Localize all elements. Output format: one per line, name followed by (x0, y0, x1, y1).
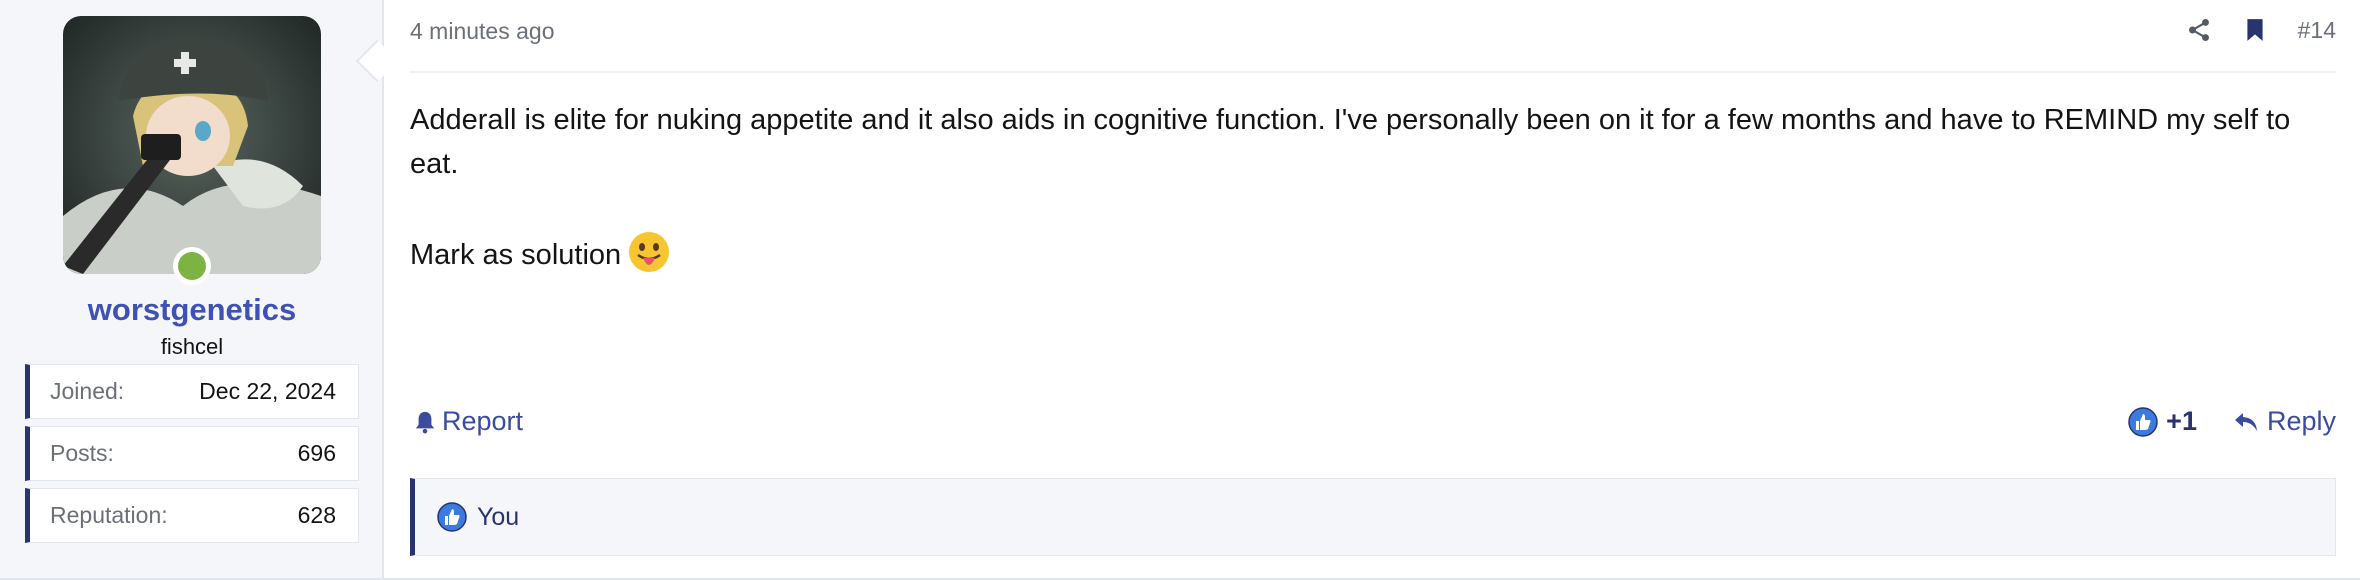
user-sidebar: worstgenetics fishcel Joined: Dec 22, 20… (0, 0, 384, 578)
avatar[interactable] (63, 16, 321, 274)
reply-button[interactable]: Reply (2233, 406, 2336, 437)
forum-post: worstgenetics fishcel Joined: Dec 22, 20… (0, 0, 2360, 580)
stat-joined: Joined: Dec 22, 2024 (25, 364, 359, 419)
bookmark-icon[interactable] (2242, 16, 2268, 44)
report-button[interactable]: Report (414, 406, 523, 437)
post-main: 4 minutes ago #14 Adderall is elite for … (384, 0, 2360, 578)
stat-value: 628 (297, 502, 336, 528)
reaction-count: +1 (2166, 406, 2197, 436)
user-title: fishcel (160, 334, 224, 359)
thumbs-up-icon (2128, 406, 2158, 437)
stat-value: 696 (297, 440, 336, 466)
reply-label: Reply (2266, 406, 2336, 436)
reactors-list[interactable]: You (477, 503, 519, 532)
stat-label: Joined: (50, 378, 125, 404)
stat-label: Posts: (50, 440, 114, 466)
post-header: 4 minutes ago #14 (410, 0, 2336, 73)
post-number-link[interactable]: #14 (2298, 17, 2336, 44)
reply-arrow-icon (2234, 412, 2257, 431)
report-label: Report (442, 406, 524, 436)
post-paragraph-2: Mark as solution (410, 230, 2320, 277)
online-status-indicator (173, 247, 211, 285)
share-icon[interactable] (2186, 16, 2212, 44)
post-actions: +1 Reply (2128, 406, 2336, 437)
stat-posts: Posts: 696 (25, 426, 359, 481)
stat-label: Reputation: (50, 502, 168, 528)
post-header-actions: #14 (2186, 16, 2336, 44)
bell-icon (415, 411, 435, 433)
stat-value: Dec 22, 2024 (199, 378, 336, 404)
tongue-out-emoji-icon (629, 232, 670, 272)
post-body: Adderall is elite for nuking appetite an… (410, 98, 2320, 321)
reactions-bar[interactable]: You (410, 478, 2336, 556)
avatar-container (63, 16, 321, 285)
post-timestamp[interactable]: 4 minutes ago (410, 18, 554, 45)
thumbs-up-icon (437, 502, 467, 532)
post-paragraph: Adderall is elite for nuking appetite an… (410, 104, 2291, 180)
username-link[interactable]: worstgenetics (0, 292, 384, 328)
stat-reputation: Reputation: 628 (25, 488, 359, 543)
reaction-count-button[interactable]: +1 (2128, 406, 2197, 437)
post-paragraph-text: Mark as solution (410, 239, 622, 271)
